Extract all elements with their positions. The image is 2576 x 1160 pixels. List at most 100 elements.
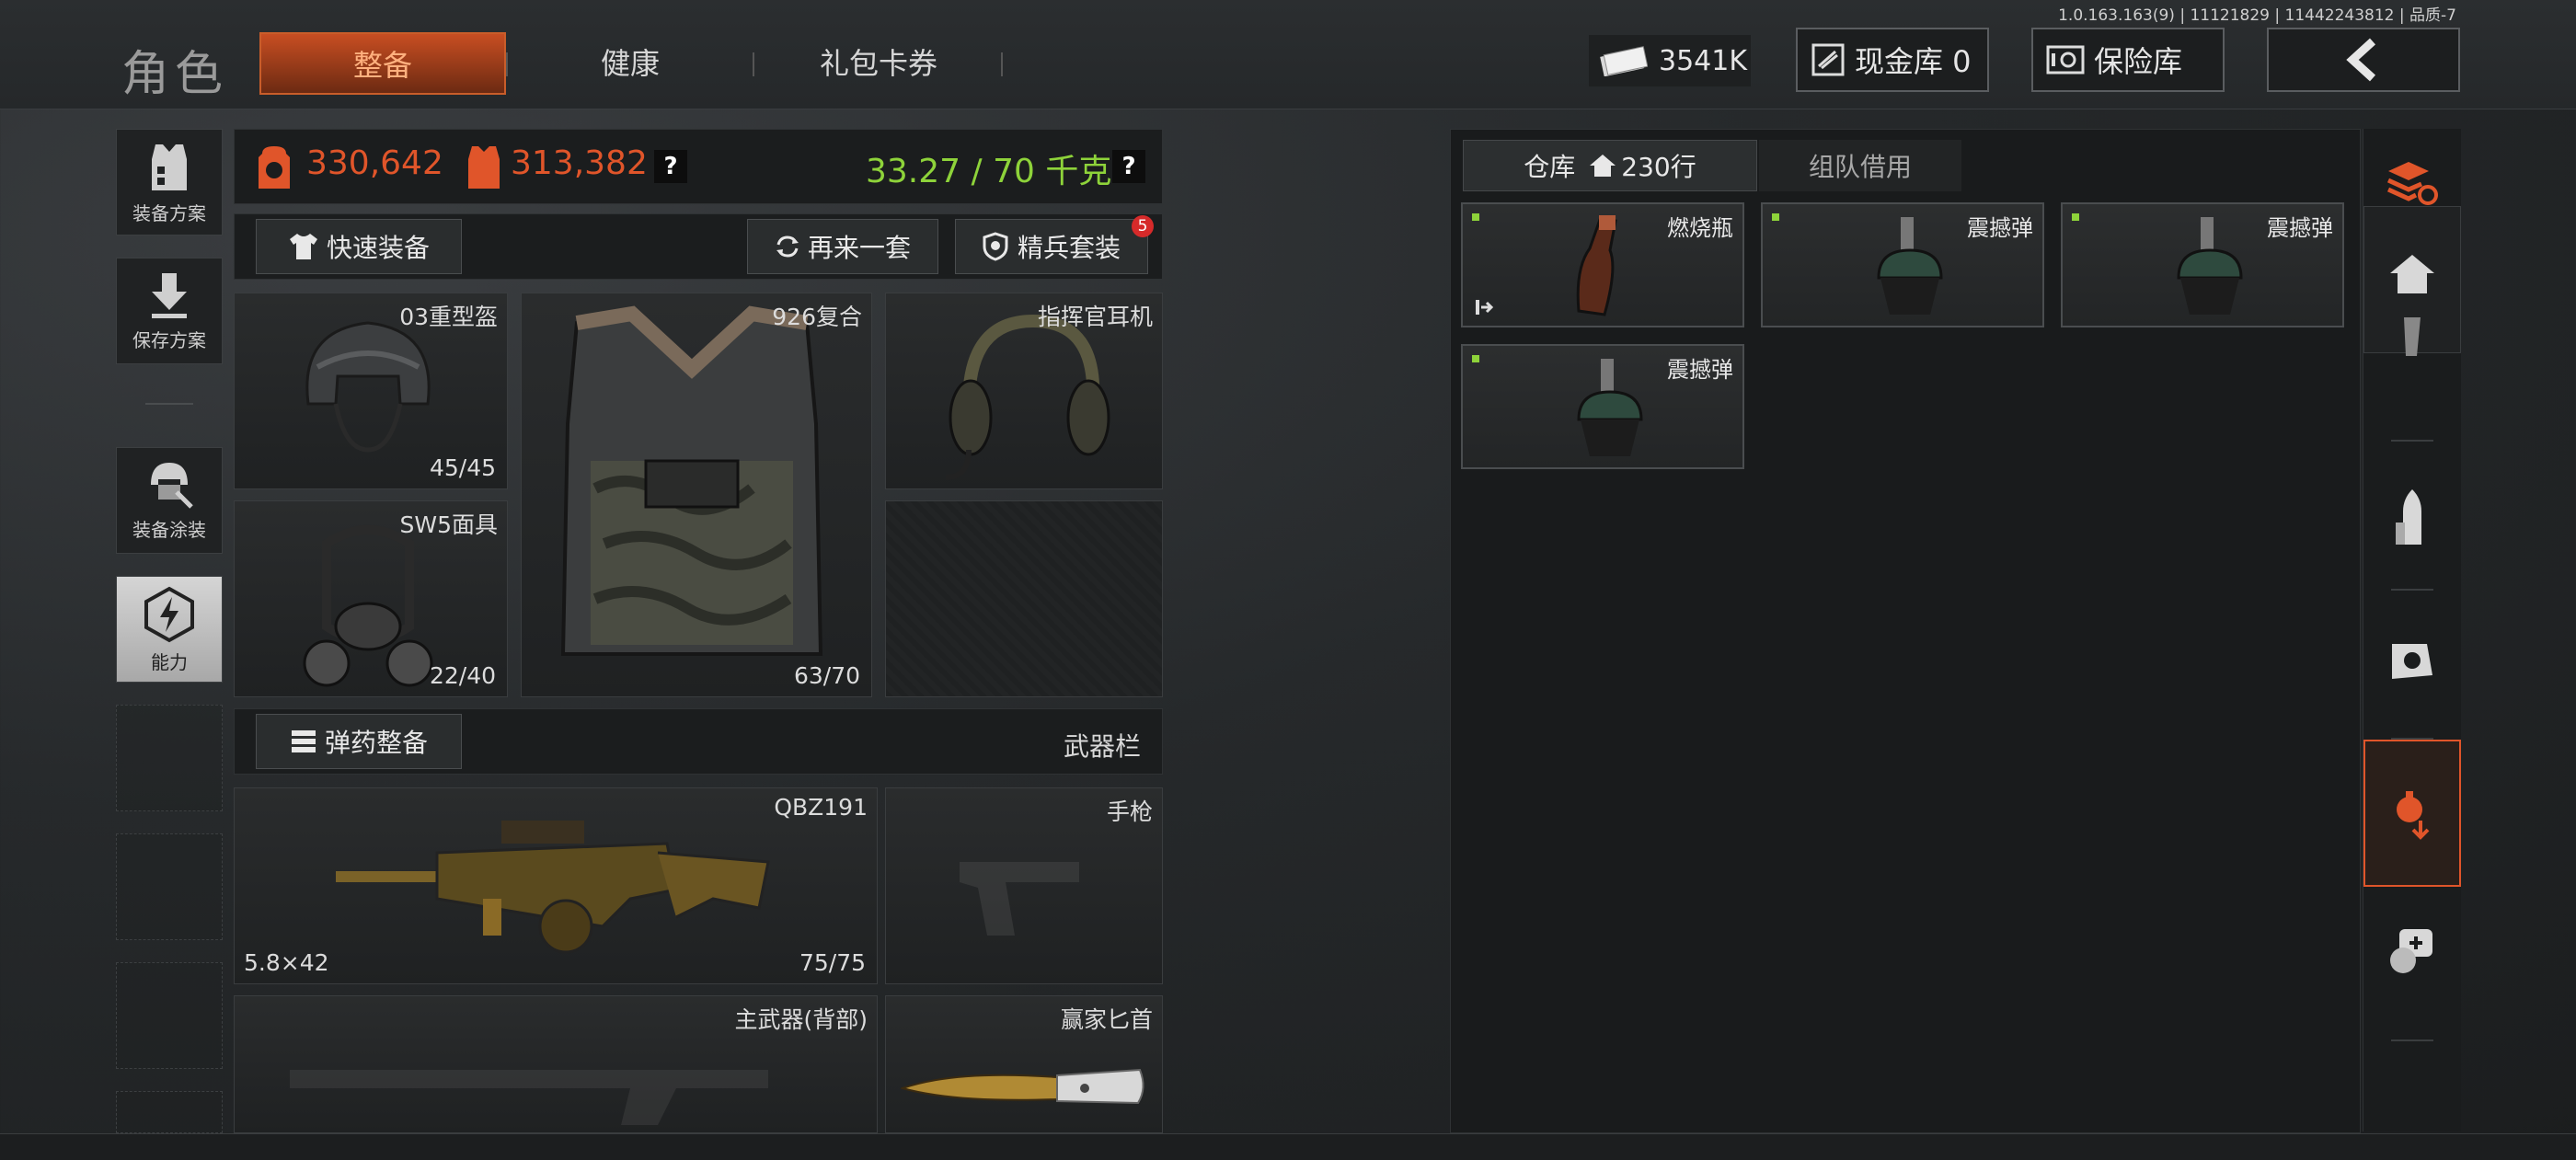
tab-team-borrow[interactable]: 组队借用	[1759, 140, 1961, 191]
ability-button[interactable]: 能力	[116, 576, 223, 683]
item-name: 燃烧瓶	[1667, 215, 1733, 241]
cash-value: 3541K	[1659, 44, 1748, 77]
pistol-slot[interactable]: 手枪	[885, 787, 1163, 984]
safe-vault-button[interactable]: 保险库	[2031, 28, 2225, 92]
mask-slot[interactable]: SW5面具 22/40	[234, 500, 508, 697]
cash-vault-label: 现金库 0	[1855, 44, 1972, 79]
page-title: 角色	[121, 47, 229, 102]
again-label: 再来一套	[807, 233, 911, 263]
armor-slot[interactable]: 926复合 63/70	[521, 293, 872, 697]
empty-gear-slot[interactable]	[885, 500, 1163, 697]
tab-warehouse[interactable]: 仓库 230行	[1463, 140, 1757, 191]
elite-badge: 5	[1132, 215, 1154, 237]
item-name: 震撼弹	[2267, 215, 2333, 241]
headset-slot[interactable]: 指挥官耳机	[885, 293, 1163, 489]
medkit-icon	[2390, 929, 2432, 973]
back-weapon-slot[interactable]: 主武器(背部)	[234, 995, 878, 1133]
shield-icon	[983, 232, 1008, 261]
tab-divider	[506, 52, 508, 76]
mask-name: SW5面具	[399, 511, 499, 538]
weight-value: 33.27 / 70 千克	[866, 153, 1112, 190]
weapon-bar-label: 武器栏	[1064, 731, 1142, 762]
weight-help-icon[interactable]: ?	[1112, 150, 1145, 183]
tab-health[interactable]: 健康	[515, 32, 745, 95]
knife-name: 赢家匕首	[1060, 1006, 1153, 1033]
refresh-icon	[776, 235, 799, 258]
pistol-label: 手枪	[1106, 798, 1153, 825]
quick-equip-button[interactable]: 快速装备	[256, 219, 462, 274]
inventory-item[interactable]: 震撼弹	[1761, 202, 2044, 327]
category-medical[interactable]	[2363, 902, 2461, 1012]
value-help-icon[interactable]: ?	[654, 150, 687, 183]
armor-value: 313,382	[511, 144, 648, 182]
back-weapon-label: 主武器(背部)	[734, 1006, 868, 1033]
warehouse-tab-label: 仓库	[1524, 152, 1576, 182]
safe-vault-label: 保险库	[2094, 44, 2183, 79]
ammo-equip-button[interactable]: 弹药整备	[256, 714, 462, 769]
scope-icon	[2392, 644, 2432, 679]
armor-vest-icon	[560, 305, 823, 656]
item-name: 震撼弹	[1667, 357, 1733, 383]
knife-slot[interactable]: 赢家匕首	[885, 995, 1163, 1133]
quick-equip-label: 快速装备	[326, 233, 430, 263]
download-icon	[152, 273, 187, 318]
home-icon	[1590, 155, 1616, 177]
magazine-icon	[2404, 317, 2421, 356]
vault-icon	[1811, 43, 1845, 76]
back-button[interactable]	[2267, 28, 2460, 92]
item-name: 震撼弹	[1967, 215, 2033, 241]
backpack-value: 330,642	[306, 144, 443, 182]
category-consumables[interactable]	[2363, 740, 2461, 887]
vest-icon	[152, 144, 187, 190]
tab-gift-cards[interactable]: 礼包卡券	[764, 32, 994, 95]
inventory-item[interactable]: 震撼弹	[1461, 344, 1744, 469]
category-home[interactable]	[2363, 206, 2461, 356]
primary-ammo-count: 75/75	[799, 949, 866, 976]
category-divider	[2391, 589, 2433, 591]
tab-divider	[753, 52, 754, 76]
helmet-name: 03重型盔	[399, 304, 498, 330]
tab-divider	[1001, 52, 1003, 76]
rarity-dot	[1472, 355, 1479, 362]
primary-weapon-name: QBZ191	[774, 794, 868, 821]
sidebar-divider	[145, 403, 193, 405]
category-ammo[interactable]	[2363, 469, 2461, 580]
save-plan-button[interactable]: 保存方案	[116, 258, 223, 364]
bottom-strip	[0, 1133, 2576, 1160]
loadout-plan-button[interactable]: 装备方案	[116, 129, 223, 235]
rifle-icon	[336, 821, 770, 954]
shirt-icon	[289, 234, 317, 259]
inventory-item[interactable]: 震撼弹	[2061, 202, 2344, 327]
armor-name: 926复合	[772, 304, 862, 330]
cash-display: 3541K	[1589, 35, 1751, 86]
safe-icon	[2046, 45, 2085, 75]
category-attachments[interactable]	[2363, 616, 2461, 727]
cash-vault-button[interactable]: 现金库 0	[1796, 28, 1989, 92]
primary-weapon-slot[interactable]: QBZ191 5.8×42 75/75	[234, 787, 878, 984]
primary-ammo-type: 5.8×42	[244, 949, 329, 976]
helmet-slot[interactable]: 03重型盔 45/45	[234, 293, 508, 489]
rarity-dot	[1772, 213, 1779, 221]
back-arrow-icon	[2346, 38, 2376, 82]
pistol-icon	[960, 862, 1079, 936]
grenade-download-icon	[2397, 791, 2430, 840]
again-button[interactable]: 再来一套	[747, 219, 938, 274]
save-plan-label: 保存方案	[132, 329, 206, 351]
helmet-durability: 45/45	[429, 454, 496, 481]
inventory-item[interactable]: 燃烧瓶	[1461, 202, 1744, 327]
elite-set-button[interactable]: 精兵套装	[955, 219, 1148, 274]
empty-sidebar-slot	[116, 833, 223, 940]
skin-button[interactable]: 装备涂装	[116, 447, 223, 554]
empty-sidebar-slot	[116, 1091, 223, 1133]
molotov-icon	[1576, 215, 1617, 316]
warehouse-rows: 230行	[1621, 152, 1696, 182]
rarity-dot	[1472, 213, 1479, 221]
empty-sidebar-slot	[116, 962, 223, 1069]
home-icon	[2390, 255, 2434, 293]
empty-sidebar-slot	[116, 705, 223, 811]
tab-equip[interactable]: 整备	[259, 32, 506, 95]
knife-icon	[901, 1068, 1144, 1105]
stats-bar: 330,642 313,382 ? 33.27 / 70 千克 ?	[234, 129, 1163, 204]
loadout-plan-label: 装备方案	[132, 202, 206, 224]
flashbang-icon	[1577, 359, 1643, 456]
